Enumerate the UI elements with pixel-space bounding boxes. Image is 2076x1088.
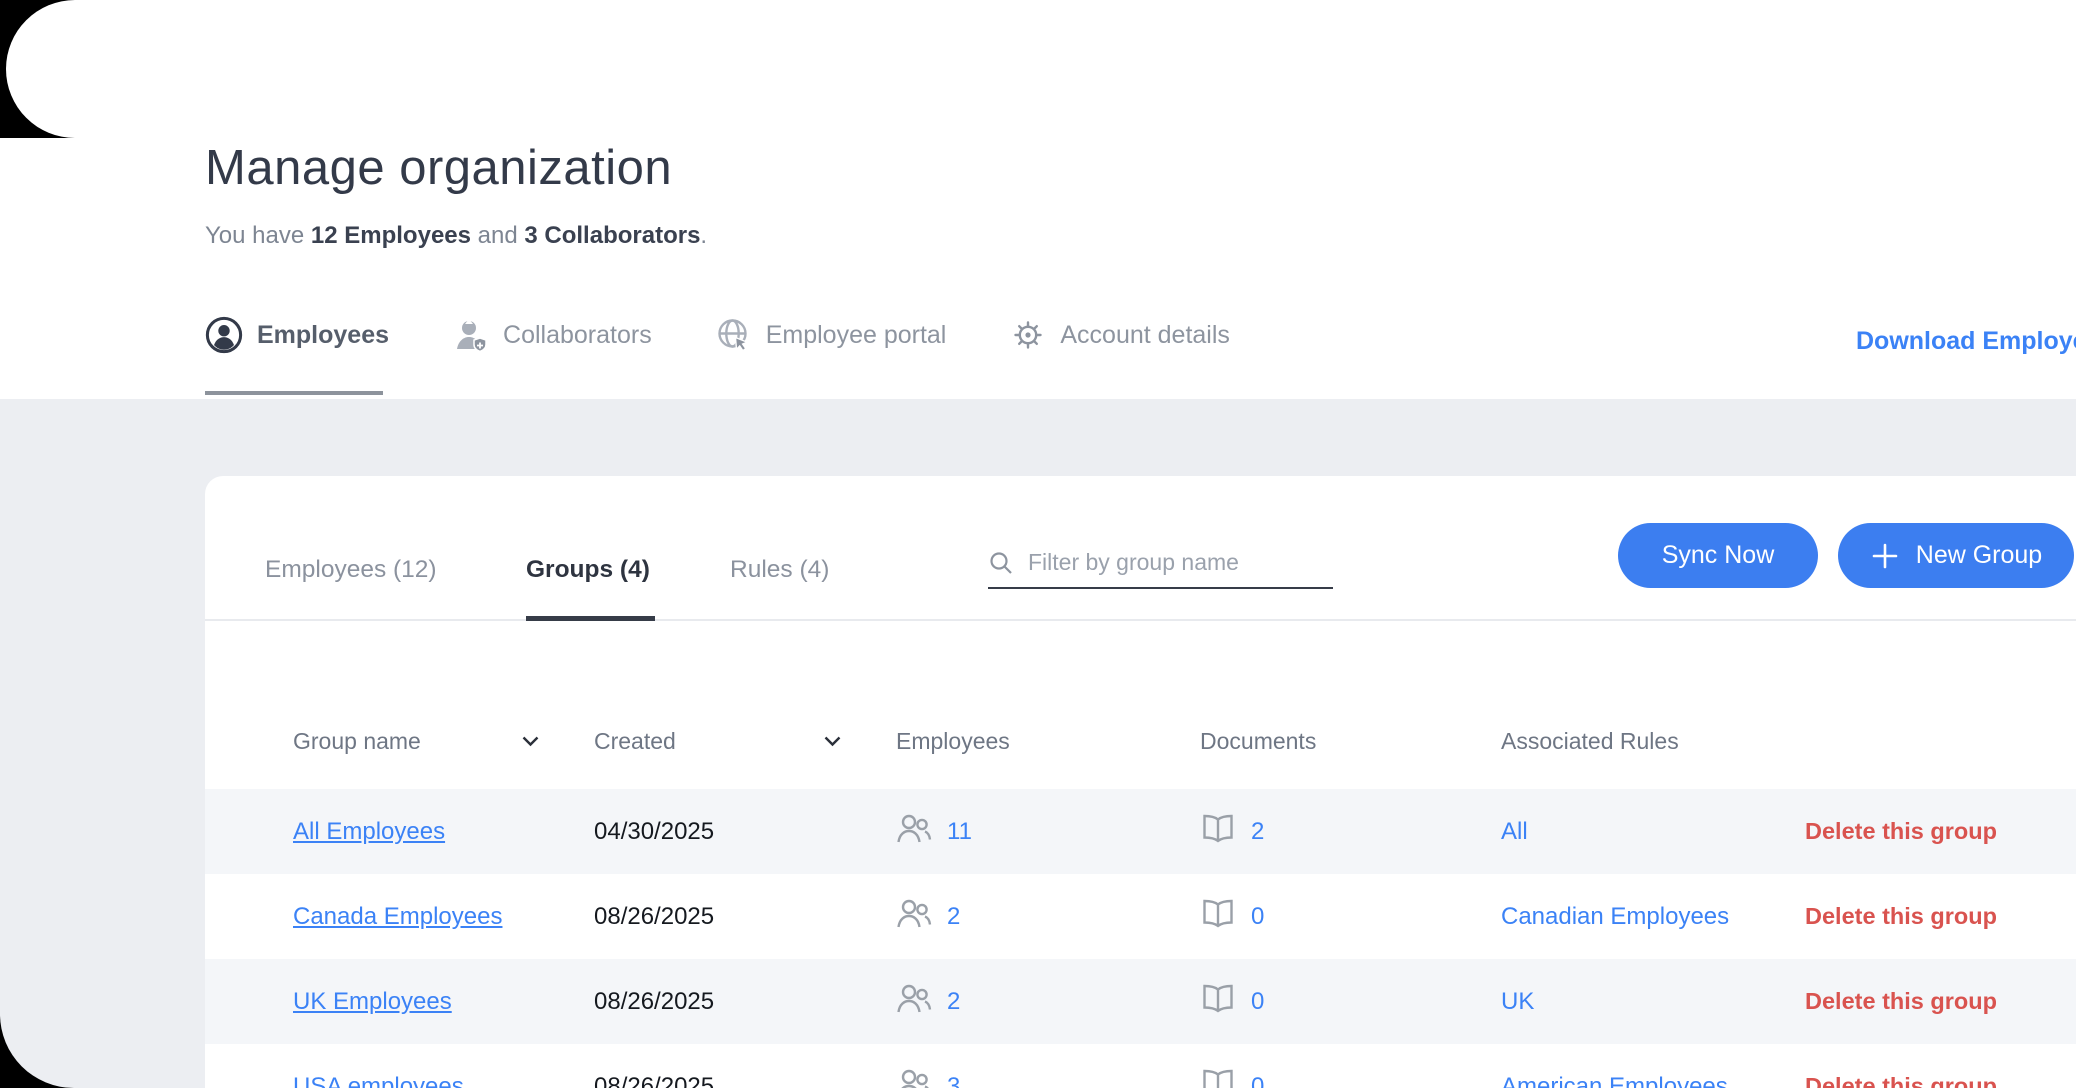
page-subtitle: You have 12 Employees and 3 Collaborator…: [205, 222, 707, 250]
associated-rule-link[interactable]: UK: [1501, 988, 1534, 1015]
column-header-documents: Documents: [1200, 728, 1501, 755]
open-book-icon: [1200, 982, 1236, 1021]
chevron-down-icon: [824, 736, 841, 747]
document-count[interactable]: 0: [1251, 903, 1264, 931]
documents-cell: 2: [1200, 812, 1501, 851]
tab-employee-portal[interactable]: Employee portal: [716, 317, 947, 353]
employee-count[interactable]: 2: [947, 903, 960, 931]
tab-label: Account details: [1060, 321, 1230, 350]
tab-label: Employee portal: [766, 321, 947, 350]
tab-label: Employees: [257, 321, 389, 350]
open-book-icon: [1200, 1067, 1236, 1088]
subtitle-text: You have: [205, 222, 311, 249]
associated-rule-link[interactable]: American Employees: [1501, 1073, 1728, 1088]
employees-cell: 3: [896, 1068, 1200, 1088]
table-header-row: Group name Created Employees Documents A…: [205, 621, 2076, 789]
column-header-group-name[interactable]: Group name: [293, 728, 594, 755]
globe-cursor-icon: [716, 317, 752, 353]
employees-cell: 2: [896, 983, 1200, 1021]
app-screen: Manage organization You have 12 Employee…: [0, 0, 2076, 1088]
created-date: 08/26/2025: [594, 1073, 896, 1088]
document-count[interactable]: 2: [1251, 818, 1264, 846]
panel-active-tab-underline: [526, 616, 655, 621]
person-circle-icon: [205, 316, 243, 354]
employee-count[interactable]: 2: [947, 988, 960, 1016]
panel-tab-rules[interactable]: Rules (4): [730, 556, 829, 584]
top-bar: [180, 0, 2076, 138]
column-label: Group name: [293, 728, 421, 755]
button-label: Sync Now: [1662, 541, 1775, 570]
panel-tab-employees[interactable]: Employees (12): [265, 556, 437, 584]
employees-cell: 11: [896, 813, 1200, 851]
column-header-employees: Employees: [896, 728, 1200, 755]
people-icon: [896, 898, 932, 936]
table-row: UK Employees 08/26/2025 2 0 UK Delete th…: [205, 959, 2076, 1044]
group-name-link[interactable]: Canada Employees: [293, 903, 502, 930]
page-title: Manage organization: [205, 140, 672, 196]
group-name-link[interactable]: USA employees: [293, 1073, 464, 1088]
tab-account-details[interactable]: Account details: [1010, 317, 1230, 353]
open-book-icon: [1200, 812, 1236, 851]
associated-rule-link[interactable]: Canadian Employees: [1501, 903, 1729, 930]
tab-label: Collaborators: [503, 321, 652, 350]
tab-collaborators[interactable]: Collaborators: [453, 317, 652, 353]
collaborator-shield-icon: [453, 317, 489, 353]
column-label: Created: [594, 728, 676, 755]
delete-group-button[interactable]: Delete this group: [1805, 818, 1997, 844]
panel-tab-bar: Employees (12) Groups (4) Rules (4) Sync…: [205, 476, 2076, 621]
plus-icon: [1870, 541, 1900, 571]
filter-by-group-name-input[interactable]: [1026, 548, 1333, 577]
created-date: 08/26/2025: [594, 988, 896, 1016]
table-row: All Employees 04/30/2025 11 2 All Delete…: [205, 789, 2076, 874]
groups-panel: Employees (12) Groups (4) Rules (4) Sync…: [205, 476, 2076, 1088]
subtitle-text: .: [700, 222, 707, 249]
download-employee-link[interactable]: Download Employee: [1856, 327, 2076, 356]
subtitle-employee-count: 12 Employees: [311, 222, 471, 249]
chevron-down-icon: [522, 736, 539, 747]
org-nav-tabs: Employees Collaborators Employee portal …: [205, 316, 1230, 354]
created-date: 04/30/2025: [594, 818, 896, 846]
group-name-link[interactable]: UK Employees: [293, 988, 452, 1015]
gear-icon: [1010, 317, 1046, 353]
subtitle-text: and: [471, 222, 524, 249]
top-bar-rounded-corner: [6, 0, 426, 138]
people-icon: [896, 813, 932, 851]
column-header-created[interactable]: Created: [594, 728, 896, 755]
document-count[interactable]: 0: [1251, 1073, 1264, 1088]
subtitle-collaborator-count: 3 Collaborators: [524, 222, 700, 249]
group-filter: [988, 548, 1333, 589]
delete-group-button[interactable]: Delete this group: [1805, 988, 1997, 1014]
delete-group-button[interactable]: Delete this group: [1805, 903, 1997, 929]
employee-count[interactable]: 3: [947, 1073, 960, 1088]
document-count[interactable]: 0: [1251, 988, 1264, 1016]
sync-now-button[interactable]: Sync Now: [1618, 523, 1818, 588]
active-tab-underline: [205, 391, 383, 395]
search-icon: [988, 550, 1014, 576]
column-label: Documents: [1200, 728, 1316, 755]
open-book-icon: [1200, 897, 1236, 936]
delete-group-button[interactable]: Delete this group: [1805, 1073, 1997, 1088]
button-label: New Group: [1916, 541, 2042, 570]
table-row: USA employees 08/26/2025 3 0 American Em…: [205, 1044, 2076, 1088]
column-header-associated-rules: Associated Rules: [1501, 728, 1805, 755]
column-label: Associated Rules: [1501, 728, 1679, 755]
created-date: 08/26/2025: [594, 903, 896, 931]
documents-cell: 0: [1200, 1067, 1501, 1088]
tab-employees[interactable]: Employees: [205, 316, 389, 354]
documents-cell: 0: [1200, 982, 1501, 1021]
associated-rule-link[interactable]: All: [1501, 818, 1528, 845]
employee-count[interactable]: 11: [947, 818, 972, 846]
documents-cell: 0: [1200, 897, 1501, 936]
employees-cell: 2: [896, 898, 1200, 936]
column-label: Employees: [896, 728, 1010, 755]
group-name-link[interactable]: All Employees: [293, 818, 445, 845]
people-icon: [896, 1068, 932, 1088]
new-group-button[interactable]: New Group: [1838, 523, 2074, 588]
groups-table: All Employees 04/30/2025 11 2 All Delete…: [205, 789, 2076, 1088]
panel-tab-groups[interactable]: Groups (4): [526, 556, 650, 584]
table-row: Canada Employees 08/26/2025 2 0 Canadian…: [205, 874, 2076, 959]
people-icon: [896, 983, 932, 1021]
